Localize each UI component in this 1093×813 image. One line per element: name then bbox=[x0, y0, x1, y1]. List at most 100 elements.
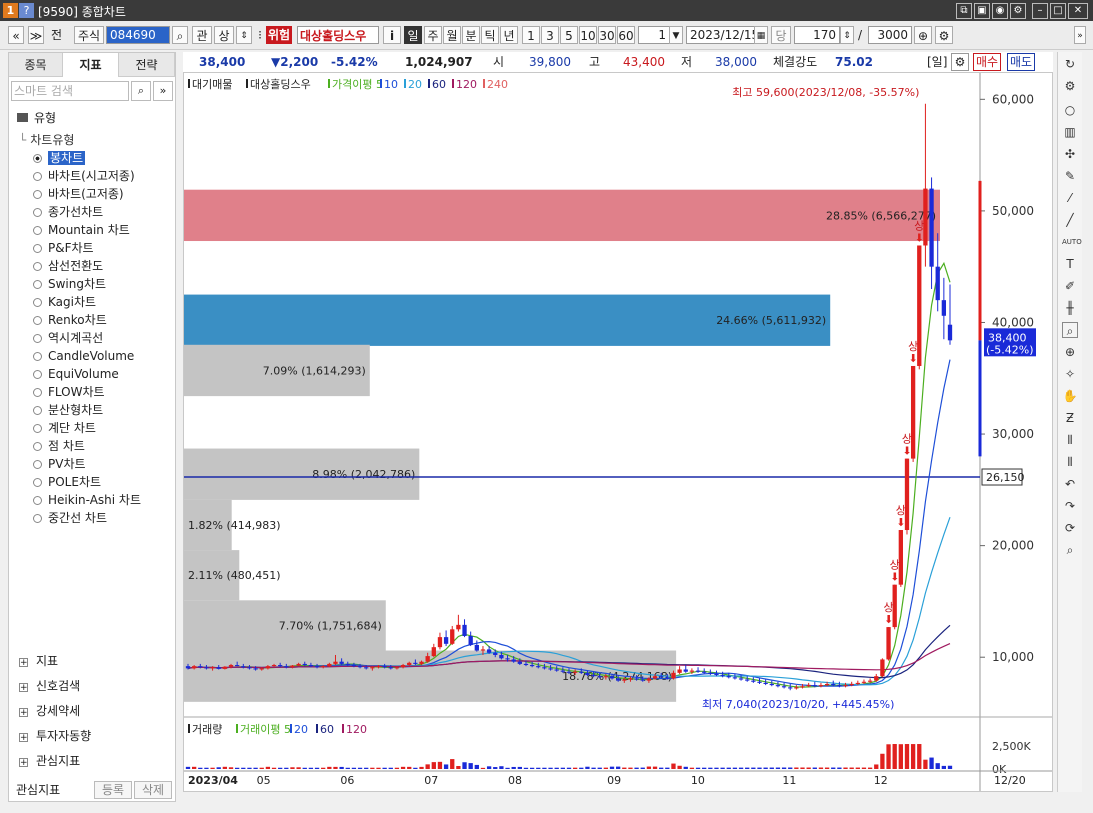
gear-icon[interactable]: ⚙ bbox=[1062, 78, 1078, 94]
period-day-tab[interactable]: 일 bbox=[404, 26, 422, 44]
minimize-icon[interactable]: – bbox=[1032, 3, 1048, 19]
chart-type-item[interactable]: FLOW차트 bbox=[33, 383, 105, 401]
chart-type-item[interactable]: PV차트 bbox=[33, 455, 86, 473]
expand-right-icon[interactable]: » bbox=[1074, 26, 1086, 44]
nav-down-button[interactable]: ≫ bbox=[28, 26, 44, 44]
chart-area[interactable]: 28.85% (6,566,277) 24.66% (5,611,932) 7.09… bbox=[183, 72, 1053, 792]
chart-type-item[interactable]: 종가선차트 bbox=[33, 203, 103, 221]
interval-30-button[interactable]: 30 bbox=[598, 26, 616, 44]
zoom-in-icon[interactable]: ⊕ bbox=[914, 26, 932, 44]
undo-icon[interactable]: ↶ bbox=[1062, 476, 1078, 492]
radio-icon[interactable] bbox=[33, 226, 42, 235]
radio-icon[interactable] bbox=[33, 442, 42, 451]
interval-60-button[interactable]: 60 bbox=[617, 26, 635, 44]
radio-icon[interactable] bbox=[33, 280, 42, 289]
radio-icon[interactable] bbox=[33, 460, 42, 469]
save-icon[interactable]: ▣ bbox=[974, 3, 990, 19]
chart-type-item[interactable]: Kagi차트 bbox=[33, 293, 96, 311]
chart-type-item[interactable]: P&F차트 bbox=[33, 239, 94, 257]
chart-type-item[interactable]: 바차트(고저종) bbox=[33, 185, 124, 203]
stock-code-input[interactable]: 084690 bbox=[106, 26, 170, 44]
menu-dots-icon[interactable]: ⁝ bbox=[257, 26, 263, 44]
chart-type-item[interactable]: 중간선 차트 bbox=[33, 509, 107, 527]
chart-type-item[interactable]: 삼선전환도 bbox=[33, 257, 103, 275]
section-strength[interactable]: + 강세약세 bbox=[19, 702, 80, 720]
updown-arrows-icon[interactable]: ⇕ bbox=[236, 26, 252, 44]
expand-down-icon[interactable]: » bbox=[153, 81, 173, 101]
sang-button[interactable]: 상 bbox=[214, 26, 234, 44]
circle-icon[interactable]: ○ bbox=[1062, 102, 1078, 118]
sell-button[interactable]: 매도 bbox=[1007, 53, 1036, 71]
maximize-icon[interactable]: □ bbox=[1050, 3, 1066, 19]
hand-icon[interactable]: ✋ bbox=[1062, 388, 1078, 404]
buy-button[interactable]: 매수 bbox=[973, 53, 1002, 71]
marker-icon[interactable]: ✐ bbox=[1062, 278, 1078, 294]
period-year-tab[interactable]: 년 bbox=[500, 26, 518, 44]
chart-type-item[interactable]: 바차트(시고저종) bbox=[33, 167, 135, 185]
radio-icon[interactable] bbox=[33, 316, 42, 325]
interval-5-button[interactable]: 5 bbox=[560, 26, 578, 44]
radio-icon[interactable] bbox=[33, 262, 42, 271]
radio-icon[interactable] bbox=[33, 514, 42, 523]
close-icon[interactable]: ✕ bbox=[1068, 3, 1088, 19]
chart-type-item[interactable]: 역시계곡선 bbox=[33, 329, 103, 347]
tab-indicator[interactable]: 지표 bbox=[63, 53, 119, 77]
prev-nav-button[interactable]: « bbox=[8, 26, 24, 44]
interval-10-button[interactable]: 10 bbox=[579, 26, 597, 44]
period-minute-tab[interactable]: 분 bbox=[462, 26, 480, 44]
radio-icon[interactable] bbox=[33, 496, 42, 505]
text-tool-icon[interactable]: T bbox=[1062, 256, 1078, 272]
section-indicator[interactable]: + 지표 bbox=[19, 652, 58, 670]
refresh-icon[interactable]: ↻ bbox=[1062, 56, 1078, 72]
category-type[interactable]: 유형 bbox=[17, 109, 56, 127]
bar-chart-icon[interactable]: ▥ bbox=[1062, 124, 1078, 140]
count-input[interactable]: 170 bbox=[794, 26, 840, 44]
line-tool-icon[interactable]: ⁄ bbox=[1062, 190, 1078, 206]
link-icon[interactable]: ⧉ bbox=[956, 3, 972, 19]
interval-dropdown-icon[interactable]: ▼ bbox=[669, 26, 683, 44]
info-settings-icon[interactable]: ⚙ bbox=[951, 53, 969, 71]
search-icon[interactable]: ⌕ bbox=[131, 81, 151, 101]
radio-icon[interactable] bbox=[33, 406, 42, 415]
zoom-icon[interactable]: ⌕ bbox=[1062, 322, 1078, 338]
interval-3-button[interactable]: 3 bbox=[541, 26, 559, 44]
pen-icon[interactable]: ✎ bbox=[1062, 168, 1078, 184]
today-button[interactable]: 당 bbox=[771, 26, 791, 44]
radio-icon[interactable] bbox=[33, 388, 42, 397]
columns-icon[interactable]: ⦀ bbox=[1062, 432, 1078, 448]
chart-type-item[interactable]: 분산형차트 bbox=[33, 401, 103, 419]
interval-1-button[interactable]: 1 bbox=[522, 26, 540, 44]
settings-icon[interactable]: ⚙ bbox=[1010, 3, 1026, 19]
chart-type-item[interactable]: 계단 차트 bbox=[33, 419, 96, 437]
chart-type-item[interactable]: POLE차트 bbox=[33, 473, 101, 491]
price-chart-svg[interactable]: 28.85% (6,566,277)24.66% (5,611,932)7.09… bbox=[184, 73, 1052, 791]
radio-icon[interactable] bbox=[33, 352, 42, 361]
candle-icon[interactable]: ╫ bbox=[1062, 300, 1078, 316]
info-button[interactable]: i bbox=[383, 26, 401, 44]
related-button[interactable]: 관 bbox=[192, 26, 212, 44]
radio-icon[interactable] bbox=[33, 478, 42, 487]
search-icon[interactable]: ⌕ bbox=[172, 26, 188, 44]
radio-icon[interactable] bbox=[33, 424, 42, 433]
section-favorite-indicator[interactable]: + 관심지표 bbox=[19, 752, 80, 770]
zoom-plus-icon[interactable]: ⊕ bbox=[1062, 344, 1078, 360]
period-month-tab[interactable]: 월 bbox=[443, 26, 461, 44]
market-select[interactable]: 주식 bbox=[74, 26, 104, 44]
chart-type-item[interactable]: Mountain 차트 bbox=[33, 221, 130, 239]
chart-type-item[interactable]: CandleVolume bbox=[33, 347, 134, 365]
count-spinner-icon[interactable]: ⇕ bbox=[840, 26, 854, 44]
radio-icon[interactable] bbox=[33, 298, 42, 307]
radio-icon[interactable] bbox=[33, 334, 42, 343]
search-icon[interactable]: ⌕ bbox=[1062, 542, 1078, 558]
z-icon[interactable]: Ƶ bbox=[1062, 410, 1078, 426]
chart-type-item[interactable]: Swing차트 bbox=[33, 275, 106, 293]
chart-type-item[interactable]: Heikin-Ashi 차트 bbox=[33, 491, 141, 509]
period-week-tab[interactable]: 주 bbox=[424, 26, 442, 44]
crosshair-icon[interactable]: ✣ bbox=[1062, 146, 1078, 162]
section-signal-search[interactable]: + 신호검색 bbox=[19, 677, 80, 695]
chart-type-item[interactable]: Renko차트 bbox=[33, 311, 107, 329]
radio-icon[interactable] bbox=[33, 172, 42, 181]
chart-type-item[interactable]: 점 차트 bbox=[33, 437, 85, 455]
camera-icon[interactable]: ◉ bbox=[992, 3, 1008, 19]
period-tick-tab[interactable]: 틱 bbox=[481, 26, 499, 44]
